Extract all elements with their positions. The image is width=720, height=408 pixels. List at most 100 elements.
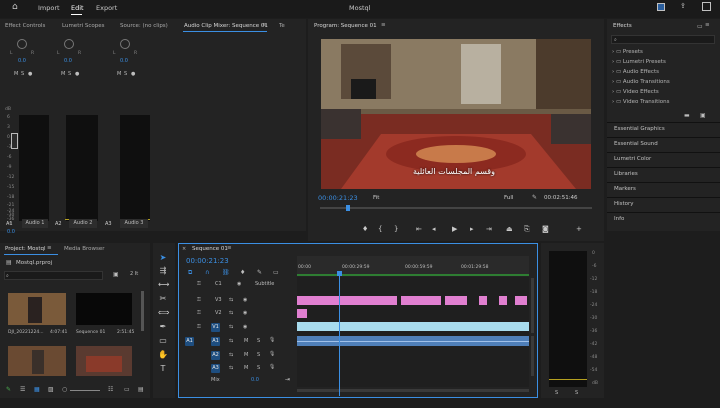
share-icon[interactable]: ⇪ bbox=[680, 2, 686, 10]
ripple-edit-tool-icon[interactable]: ⟷ bbox=[158, 280, 169, 290]
channel-name[interactable]: Audio 2 bbox=[69, 219, 97, 228]
voiceover-icon[interactable]: 🎙 bbox=[269, 337, 275, 343]
program-monitor-title[interactable]: Program: Sequence 01 bbox=[314, 23, 377, 29]
razor-tool-icon[interactable]: ✂ bbox=[158, 294, 168, 304]
effects-folder-video-effects[interactable]: › ▭ Video Effects bbox=[612, 89, 659, 95]
timeline-timecode[interactable]: 00:00:21:23 bbox=[186, 257, 229, 265]
eye-icon[interactable]: ◉ bbox=[243, 324, 247, 330]
wrench-icon[interactable]: ✎ bbox=[532, 194, 537, 201]
snap-icon[interactable]: ∩ bbox=[205, 269, 209, 276]
channel-name[interactable]: Audio 1 bbox=[22, 219, 48, 228]
timeline-ruler[interactable]: 00:00 00:00:29:59 00:00:59:59 00:01:29:5… bbox=[297, 256, 529, 276]
import-tab[interactable]: Import bbox=[38, 4, 60, 12]
video-vertical-scrollbar[interactable] bbox=[531, 278, 534, 333]
effects-search-input[interactable]: ⌕ bbox=[611, 35, 715, 44]
new-bin-icon[interactable]: ▭ bbox=[697, 23, 703, 30]
edit-tab[interactable]: Edit bbox=[71, 4, 84, 12]
clip-thumbnail[interactable] bbox=[8, 346, 66, 376]
toggle-sync-icon[interactable]: ⇆ bbox=[229, 297, 233, 303]
tab-audio-clip-mixer[interactable]: Audio Clip Mixer: Sequence 01 bbox=[184, 23, 268, 29]
pen-tool-icon[interactable]: ✒ bbox=[158, 322, 168, 332]
mix-value[interactable]: 0.0 bbox=[251, 377, 259, 383]
record-button[interactable]: ● bbox=[75, 71, 79, 77]
nest-icon[interactable]: ⧉ bbox=[188, 269, 192, 277]
solo-button[interactable]: S bbox=[257, 365, 260, 371]
zoom-select[interactable]: Fit bbox=[373, 195, 379, 201]
mark-out-icon[interactable]: } bbox=[394, 225, 398, 233]
playhead-line[interactable] bbox=[339, 274, 340, 396]
pan-knob[interactable] bbox=[120, 39, 130, 49]
record-button[interactable]: ● bbox=[131, 71, 135, 77]
video-clip-v3[interactable] bbox=[479, 296, 487, 305]
panel-menu-icon[interactable]: ≡ bbox=[705, 22, 710, 28]
mute-button[interactable]: M bbox=[61, 71, 65, 77]
clip-thumbnail[interactable] bbox=[76, 346, 132, 376]
type-tool-icon[interactable]: T bbox=[158, 364, 168, 374]
lock-icon[interactable]: ⚿ bbox=[197, 324, 201, 330]
lift-icon[interactable]: ⏏ bbox=[506, 225, 513, 233]
home-icon[interactable]: ⌂ bbox=[12, 2, 18, 12]
close-icon[interactable]: × bbox=[182, 246, 186, 252]
track-target-a2[interactable]: A2 bbox=[211, 351, 220, 360]
bin-icon[interactable]: ▣ bbox=[113, 271, 119, 278]
audio-vertical-scrollbar[interactable] bbox=[531, 336, 534, 376]
source-patch-a1[interactable]: A1 bbox=[185, 337, 194, 346]
solo-button[interactable]: S bbox=[257, 352, 260, 358]
marker-icon[interactable]: ♦ bbox=[362, 225, 368, 233]
eye-icon[interactable]: ◉ bbox=[237, 281, 241, 287]
tab-media-browser[interactable]: Media Browser bbox=[64, 246, 105, 252]
panel-markers[interactable]: Markers bbox=[614, 186, 636, 192]
sequence-thumbnail[interactable] bbox=[76, 293, 132, 325]
quality-select[interactable]: Full bbox=[504, 195, 513, 201]
new-item-icon[interactable]: ▭ bbox=[124, 386, 130, 393]
add-marker-icon[interactable]: ♦ bbox=[240, 269, 245, 276]
pan-knob[interactable] bbox=[64, 39, 74, 49]
solo-button[interactable]: S bbox=[68, 71, 71, 77]
voiceover-icon[interactable]: 🎙 bbox=[269, 351, 275, 357]
hand-tool-icon[interactable]: ✋ bbox=[158, 350, 168, 360]
panel-info[interactable]: Info bbox=[614, 216, 624, 222]
slip-tool-icon[interactable]: ⟺ bbox=[158, 308, 169, 318]
track-target-a1[interactable]: A1 bbox=[211, 337, 220, 346]
icon-view-icon[interactable]: ▦ bbox=[34, 386, 40, 393]
solo-right-button[interactable]: S bbox=[575, 390, 578, 396]
step-forward-icon[interactable]: ▸ bbox=[470, 225, 474, 233]
project-search-input[interactable]: ⌕ bbox=[4, 271, 103, 280]
delete-icon[interactable]: ▣ bbox=[700, 112, 706, 119]
mute-button[interactable]: M bbox=[244, 365, 248, 371]
camera-icon[interactable]: ◙ bbox=[542, 225, 549, 233]
effects-folder-audio-effects[interactable]: › ▭ Audio Effects bbox=[612, 69, 659, 75]
video-clip-v2[interactable] bbox=[297, 309, 307, 318]
video-clip-v1[interactable] bbox=[297, 322, 529, 331]
panel-essential-sound[interactable]: Essential Sound bbox=[614, 141, 658, 147]
go-to-in-icon[interactable]: ⇤ bbox=[416, 225, 422, 233]
tab-lumetri-scopes[interactable]: Lumetri Scopes bbox=[62, 23, 105, 29]
project-scrollbar[interactable] bbox=[141, 291, 144, 331]
mute-button[interactable]: M bbox=[117, 71, 121, 77]
eye-icon[interactable]: ◉ bbox=[243, 297, 247, 303]
new-folder-icon[interactable]: ▬ bbox=[684, 112, 690, 119]
toggle-sync-icon[interactable]: ⇆ bbox=[229, 310, 233, 316]
rectangle-tool-icon[interactable]: ▭ bbox=[158, 336, 168, 346]
tab-project[interactable]: Project: Mostql bbox=[5, 246, 46, 252]
panel-menu-icon[interactable]: ≡ bbox=[227, 245, 232, 251]
settings-wrench-icon[interactable]: ✎ bbox=[257, 269, 262, 276]
lock-icon[interactable]: ⚿ bbox=[197, 297, 201, 303]
workspace-icon[interactable] bbox=[657, 3, 665, 11]
export-tab[interactable]: Export bbox=[96, 4, 117, 12]
tab-source[interactable]: Source: (no clips) bbox=[120, 23, 168, 29]
clip-thumbnail[interactable] bbox=[8, 293, 66, 325]
panel-essential-graphics[interactable]: Essential Graphics bbox=[614, 126, 665, 132]
play-icon[interactable]: ▶ bbox=[452, 225, 457, 233]
sync-lock-icon[interactable]: ⚿ bbox=[197, 281, 201, 287]
mark-in-icon[interactable]: { bbox=[378, 225, 382, 233]
list-view-icon[interactable]: ☰ bbox=[20, 386, 25, 393]
effects-folder-audio-transitions[interactable]: › ▭ Audio Transitions bbox=[612, 79, 670, 85]
toggle-sync-icon[interactable]: ⇆ bbox=[229, 324, 233, 330]
track-target-a3[interactable]: A3 bbox=[211, 364, 220, 373]
video-clip-v3[interactable] bbox=[401, 296, 441, 305]
playhead-timecode[interactable]: 00:00:21:23 bbox=[318, 194, 358, 202]
mute-button[interactable]: M bbox=[244, 338, 248, 344]
toggle-sync-icon[interactable]: ⇆ bbox=[229, 352, 233, 358]
panel-menu-icon[interactable]: ≡ bbox=[47, 245, 52, 251]
